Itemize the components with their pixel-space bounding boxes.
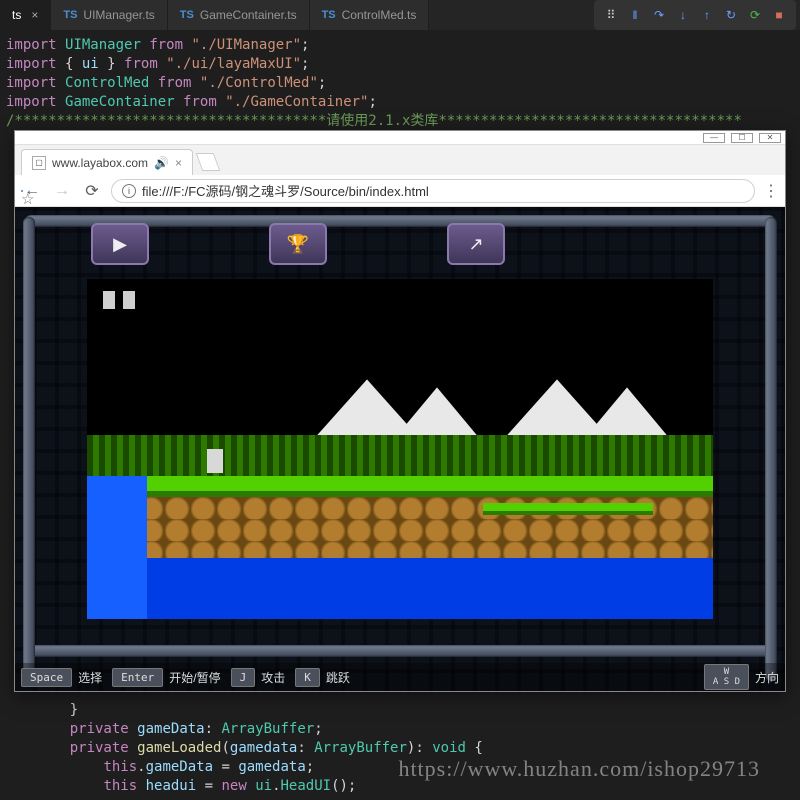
site-info-icon[interactable]: i	[122, 184, 136, 198]
browser-tabstrip: ▢ www.layabox.com 🔊 ×	[15, 145, 785, 175]
game-viewport: ▶ 🏆 ↗ Space	[15, 207, 785, 691]
browser-tab-title: www.layabox.com	[52, 156, 148, 170]
mountain-icon	[317, 379, 417, 435]
debug-toolbar: ⠿ ‖ ↷ ↓ ↑ ↻ ⟳ ■	[594, 0, 796, 30]
keyhint: Space 选择	[21, 668, 102, 687]
step-out-icon[interactable]: ↑	[698, 6, 716, 24]
keyhint-label: 攻击	[261, 669, 285, 686]
restart-icon[interactable]: ⟳	[746, 6, 764, 24]
keyhint: K 跳跃	[295, 668, 350, 687]
life-icon	[123, 291, 135, 309]
editor-tab[interactable]: TS GameContainer.ts	[168, 0, 310, 30]
keyhint: Enter 开始/暂停	[112, 668, 220, 687]
new-tab-button[interactable]	[196, 153, 221, 171]
tab-label: ts	[12, 8, 21, 22]
hud-buttons: ▶ 🏆 ↗	[91, 223, 709, 271]
typescript-icon: TS	[63, 9, 77, 21]
key-hints-bar: Space 选择 Enter 开始/暂停 J 攻击 K 跳跃 WA S D 方向	[15, 663, 785, 691]
key-j: J	[231, 668, 256, 687]
mountain-icon	[507, 379, 607, 435]
tab-label: GameContainer.ts	[200, 8, 297, 22]
tab-label: UIManager.ts	[83, 8, 154, 22]
lives-indicator	[103, 291, 135, 309]
hud-share-button[interactable]: ↗	[447, 223, 505, 265]
player-sprite	[207, 449, 223, 473]
waterfall	[87, 476, 147, 619]
step-into-icon[interactable]: ↓	[674, 6, 692, 24]
mountain-icon	[397, 387, 477, 435]
key-enter: Enter	[112, 668, 163, 687]
keyhint-label: 选择	[78, 669, 102, 686]
game-playfield[interactable]	[87, 279, 713, 619]
keyhint-label: 方向	[755, 669, 779, 686]
favicon-icon: ▢	[32, 156, 46, 170]
jungle-layer	[87, 435, 713, 476]
close-button[interactable]: ✕	[759, 133, 781, 143]
keyhint: WA S D 方向	[704, 664, 779, 690]
step-over-icon[interactable]: ↷	[650, 6, 668, 24]
editor-tab[interactable]: TS ControlMed.ts	[310, 0, 430, 30]
url-text: file:///F:/FC源码/钢之魂斗罗/Source/bin/index.h…	[142, 181, 429, 200]
browser-tab[interactable]: ▢ www.layabox.com 🔊 ×	[21, 149, 193, 175]
key-wasd: WA S D	[704, 664, 749, 690]
typescript-icon: TS	[180, 9, 194, 21]
drag-handle-icon[interactable]: ⠿	[602, 6, 620, 24]
platform	[483, 503, 653, 515]
close-icon[interactable]: ×	[31, 8, 38, 22]
code-editor-top[interactable]: import UIManager from "./UIManager"; imp…	[0, 30, 800, 137]
menu-icon[interactable]: ⋮	[763, 181, 779, 201]
pipe-decor	[23, 217, 35, 681]
pipe-decor	[765, 217, 777, 681]
editor-tab[interactable]: TS UIManager.ts	[51, 0, 167, 30]
address-bar[interactable]: i file:///F:/FC源码/钢之魂斗罗/Source/bin/index…	[111, 179, 755, 203]
water-layer	[87, 558, 713, 619]
hud-play-button[interactable]: ▶	[91, 223, 149, 265]
address-bar-row: ← → ⟳ i file:///F:/FC源码/钢之魂斗罗/Source/bin…	[15, 175, 785, 207]
code-editor-bottom[interactable]: } private gameData: ArrayBuffer; private…	[0, 697, 800, 800]
reload-button[interactable]: ⟳	[81, 180, 103, 202]
grass-layer	[87, 476, 713, 496]
editor-tab[interactable]: ts ×	[0, 0, 51, 30]
minimize-button[interactable]: —	[703, 133, 725, 143]
maximize-button[interactable]: ☐	[731, 133, 753, 143]
browser-window: — ☐ ✕ ▢ www.layabox.com 🔊 × ← → ⟳ i file…	[14, 130, 786, 692]
pipe-decor	[25, 645, 775, 657]
key-space: Space	[21, 668, 72, 687]
sound-icon[interactable]: 🔊	[154, 156, 169, 170]
pause-icon[interactable]: ‖	[626, 6, 644, 24]
life-icon	[103, 291, 115, 309]
tab-label: ControlMed.ts	[342, 8, 417, 22]
keyhint: J 攻击	[231, 668, 286, 687]
bookmark-icon[interactable]: ☆	[21, 190, 23, 192]
typescript-icon: TS	[322, 9, 336, 21]
keyhint-label: 开始/暂停	[169, 669, 220, 686]
stop-icon[interactable]: ■	[770, 6, 788, 24]
sky-layer	[87, 279, 713, 435]
hud-rank-button[interactable]: 🏆	[269, 223, 327, 265]
continue-icon[interactable]: ↻	[722, 6, 740, 24]
close-icon[interactable]: ×	[175, 156, 182, 170]
keyhint-label: 跳跃	[326, 669, 350, 686]
window-titlebar: — ☐ ✕	[15, 131, 785, 145]
key-k: K	[295, 668, 320, 687]
forward-button[interactable]: →	[51, 180, 73, 202]
mountain-icon	[587, 387, 667, 435]
